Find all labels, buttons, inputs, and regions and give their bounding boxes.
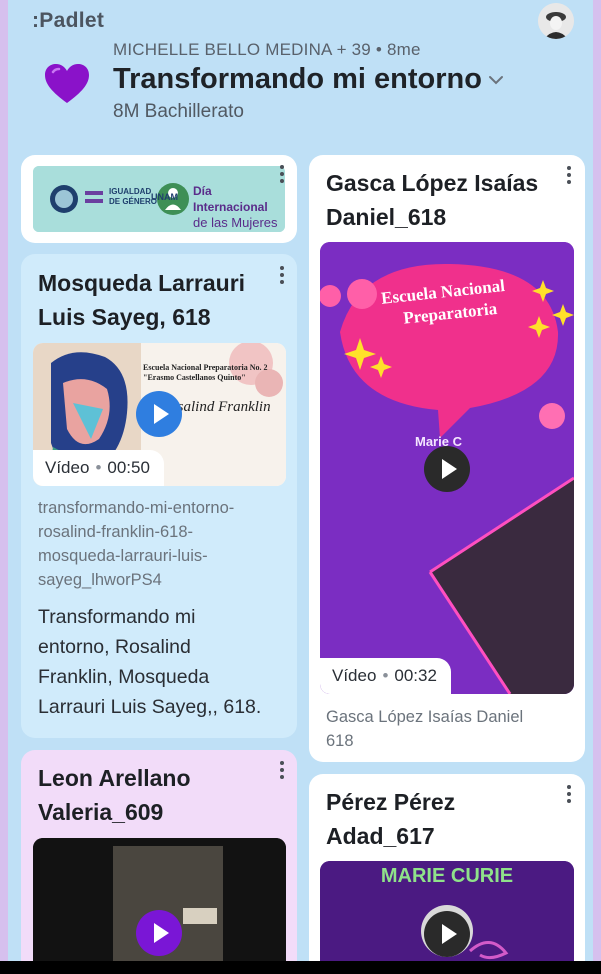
video-duration: 00:50: [107, 458, 150, 477]
post-title-line2: Luis Sayeg, 618: [38, 304, 211, 330]
bottom-bar: [0, 961, 601, 974]
video-tag: Vídeo • 00:50: [33, 450, 164, 486]
video-type: Vídeo: [332, 666, 377, 685]
padlet-logo[interactable]: :Padlet: [32, 9, 104, 33]
play-icon: [442, 924, 457, 944]
banner-unam: UNAM: [151, 192, 178, 202]
post-description-line1: Transformando mi: [38, 606, 196, 628]
video-thumbnail[interactable]: MARIE CURIE: [320, 861, 574, 974]
post-description-line4: Larrauri Luis Sayeg,, 618.: [38, 696, 262, 718]
more-options-icon[interactable]: [279, 266, 285, 288]
post-card-gasca[interactable]: Gasca López Isaías Daniel_618 Escuela Na…: [309, 155, 585, 762]
post-link-line1: transformando-mi-entorno-: [38, 499, 235, 517]
video-duration: 00:32: [394, 666, 437, 685]
avatar-face-icon: [538, 3, 574, 39]
post-link-line2: rosalind-franklin-618-: [38, 523, 193, 541]
post-title: Pérez Pérez Adad_617: [326, 785, 455, 853]
user-avatar[interactable]: [538, 3, 574, 39]
post-caption: Gasca López Isaías Daniel 618: [326, 705, 523, 753]
thumbnail-heading: Escuela Nacional Preparatoria No. 2 "Era…: [143, 363, 283, 383]
post-title-line2: Adad_617: [326, 823, 435, 849]
post-description-line3: Franklin, Mosqueda: [38, 666, 210, 688]
play-icon: [442, 459, 457, 479]
right-edge: [593, 0, 601, 974]
banner-dia: Día Internacional de las Mujeres: [193, 183, 285, 231]
post-card-perez[interactable]: Pérez Pérez Adad_617 MARIE CURIE: [309, 774, 585, 974]
play-button[interactable]: [424, 911, 470, 957]
post-description-line2: entorno, Rosalind: [38, 636, 191, 658]
play-button[interactable]: [136, 910, 182, 956]
banner-card[interactable]: IGUALDAD DE GÉNERO UNAM Día Internaciona…: [21, 155, 297, 243]
post-title-line1: Mosqueda Larrauri: [38, 270, 246, 296]
page-subtitle: 8M Bachillerato: [113, 101, 244, 122]
post-card-leon[interactable]: Leon Arellano Valeria_609: [21, 750, 297, 974]
post-link[interactable]: transformando-mi-entorno- rosalind-frank…: [38, 496, 278, 592]
banner-igualdad-line1: IGUALDAD: [109, 187, 152, 196]
play-icon: [154, 923, 169, 943]
separator-dot: •: [382, 666, 389, 685]
post-caption-line2: 618: [326, 732, 354, 750]
banner-dia-line1: Día Internacional: [193, 184, 268, 214]
play-button[interactable]: [424, 446, 470, 492]
thumbnail-text: MARIE CURIE: [380, 865, 514, 887]
video-thumbnail[interactable]: Escuela Nacional Preparatoria Marie C Ví…: [320, 242, 574, 694]
video-type: Vídeo: [45, 458, 90, 477]
post-title-line1: Leon Arellano: [38, 765, 191, 791]
post-link-line4: sayeg_lhworPS4: [38, 571, 162, 589]
post-title: Gasca López Isaías Daniel_618: [326, 166, 538, 234]
post-title-line1: Gasca López Isaías: [326, 170, 539, 196]
video-thumbnail[interactable]: [33, 838, 286, 974]
play-icon: [154, 404, 169, 424]
more-options-icon[interactable]: [279, 165, 285, 187]
page-title[interactable]: Transformando mi entorno: [113, 63, 482, 96]
more-options-icon[interactable]: [566, 166, 572, 188]
post-title: Mosqueda Larrauri Luis Sayeg, 618: [38, 266, 245, 334]
post-description: Transformando mi entorno, Rosalind Frank…: [38, 602, 283, 722]
separator-dot: •: [95, 458, 102, 477]
post-caption-line1: Gasca López Isaías Daniel: [326, 708, 524, 726]
banner-image: IGUALDAD DE GÉNERO UNAM Día Internaciona…: [33, 166, 285, 232]
post-card-mosqueda[interactable]: Mosqueda Larrauri Luis Sayeg, 618 Escuel…: [21, 254, 297, 738]
post-title-line2: Valeria_609: [38, 799, 164, 825]
more-options-icon[interactable]: [279, 761, 285, 783]
play-button[interactable]: [136, 391, 182, 437]
more-options-icon[interactable]: [566, 785, 572, 807]
video-thumbnail[interactable]: Escuela Nacional Preparatoria No. 2 "Era…: [33, 343, 286, 486]
post-title: Leon Arellano Valeria_609: [38, 761, 191, 829]
video-tag: Vídeo • 00:32: [320, 658, 451, 694]
byline: MICHELLE BELLO MEDINA + 39 • 8me: [113, 40, 421, 59]
banner-igualdad-line2: DE GÉNERO: [109, 197, 158, 206]
left-edge: [0, 0, 8, 974]
post-title-line1: Pérez Pérez: [326, 789, 456, 815]
heart-icon: [45, 64, 89, 103]
thumbnail-heading-line1: Escuela Nacional Preparatoria No. 2: [143, 363, 268, 372]
post-title-line2: Daniel_618: [326, 204, 447, 230]
banner-igualdad: IGUALDAD DE GÉNERO: [109, 187, 157, 207]
chevron-down-icon[interactable]: [488, 74, 504, 86]
banner-dia-line2: de las Mujeres: [193, 215, 278, 230]
thumbnail-heading-line2: "Erasmo Castellanos Quinto": [143, 373, 246, 382]
post-link-line3: mosqueda-larrauri-luis-: [38, 547, 208, 565]
